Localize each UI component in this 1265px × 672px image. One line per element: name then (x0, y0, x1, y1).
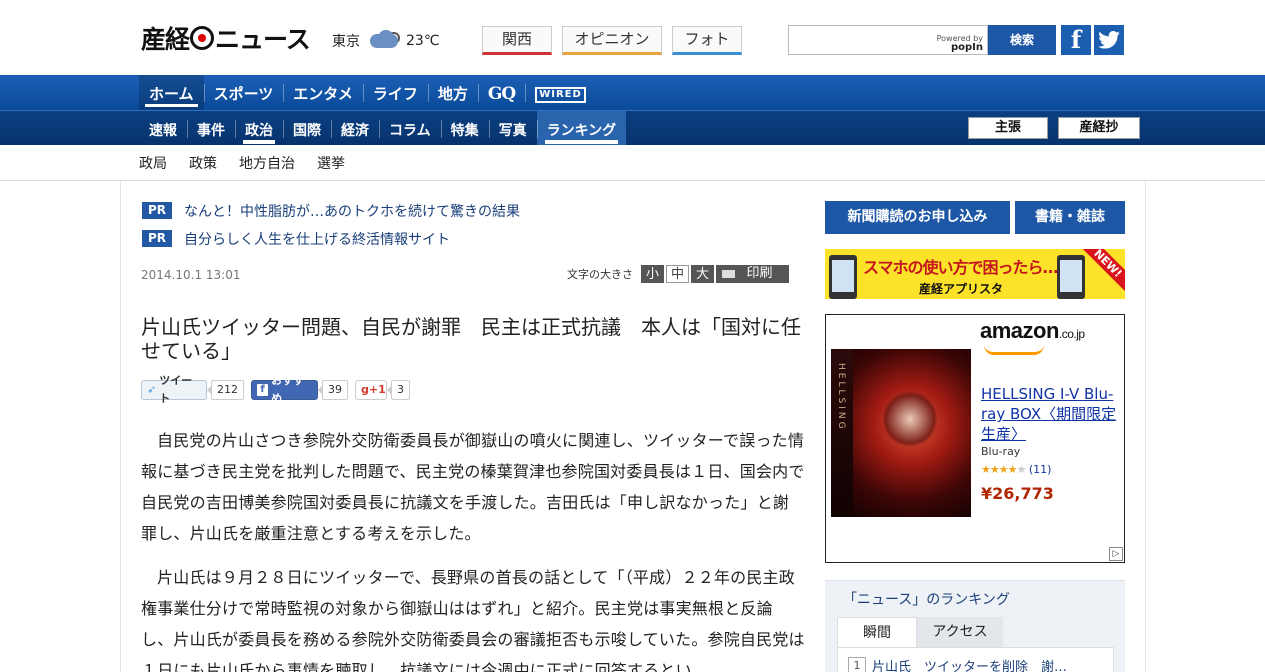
weather-widget[interactable]: 東京 23℃ (332, 30, 440, 52)
new-badge: NEW! (1080, 249, 1125, 291)
twitter-icon[interactable] (1094, 25, 1124, 55)
tweet-count: 212 (207, 380, 244, 400)
nav-local[interactable]: 地方 (427, 75, 478, 110)
subscribe-button[interactable]: 新聞購読のお申し込み (825, 201, 1010, 234)
font-size-label: 文字の大きさ (567, 268, 633, 281)
product-format: Blu-ray (981, 445, 1021, 458)
nav-column[interactable]: コラム (379, 111, 441, 146)
nav-entame[interactable]: エンタメ (283, 75, 363, 110)
nav-sports[interactable]: スポーツ (203, 75, 284, 110)
amazon-smile-icon (984, 345, 1044, 355)
article-paragraph: 自民党の片山さつき参院外交防衛委員長が御嶽山の噴火に関連し、ツイッターで誤った情… (141, 431, 805, 543)
article-date: 2014.10.1 13:01 (141, 268, 241, 282)
tab-instant[interactable]: 瞬間 (837, 617, 917, 647)
nav-world[interactable]: 国際 (283, 111, 331, 146)
adchoices-icon[interactable]: ▷ (1109, 547, 1123, 561)
pr-link[interactable]: PR なんと！中性脂肪が…あのトクホを続けて驚きの結果 (142, 201, 520, 220)
tab-kansai[interactable]: 関西 (482, 26, 552, 55)
tab-access[interactable]: アクセス (917, 617, 1003, 647)
rating-count[interactable]: (11) (1029, 463, 1052, 476)
nav-home[interactable]: ホーム (139, 75, 204, 110)
ranking-list: 1 片山氏 ツイッターを削除 謝… (837, 647, 1114, 672)
share-buttons: ➶ ツイート 212 f おすすめ 39 g+1 3 (141, 374, 417, 405)
logo-text-left: 産経 (141, 25, 190, 54)
sankeisho-button[interactable]: 産経抄 (1058, 117, 1140, 139)
subnav-seikyoku[interactable]: 政局 (139, 153, 167, 173)
pr-text[interactable]: 自分らしく人生を仕上げる終活情報サイト (184, 229, 450, 249)
rank-item-text[interactable]: 片山氏 ツイッターを削除 謝… (872, 656, 1067, 672)
ranking-title: 「ニュース」のランキング (843, 592, 1010, 608)
nav-breaking[interactable]: 速報 (139, 111, 187, 146)
app-banner[interactable]: スマホの使い方で困ったら… 産経アプリスタ NEW! (825, 249, 1125, 299)
pr-badge: PR (142, 230, 172, 247)
weather-temp: 23℃ (406, 33, 440, 49)
font-size-small-button[interactable]: 小 (641, 265, 664, 283)
logo-mark-icon (190, 26, 215, 50)
app-banner-sub: 産経アプリスタ (919, 282, 1004, 296)
cloudy-sun-icon (364, 30, 402, 52)
phone-icon (829, 255, 857, 299)
news-ranking: 「ニュース」のランキング 瞬間 アクセス 1 片山氏 ツイッターを削除 謝… (825, 580, 1125, 672)
amazon-logo: amazon.co.jp (980, 318, 1085, 343)
app-banner-headline: スマホの使い方で困ったら… (863, 258, 1059, 277)
search-button[interactable]: 検索 (988, 25, 1056, 55)
nav-gq[interactable]: GQ (477, 75, 525, 110)
subnav-senkyo[interactable]: 選挙 (317, 153, 345, 173)
weather-city: 東京 (332, 34, 360, 50)
nav-ranking[interactable]: ランキング (536, 111, 627, 146)
amazon-ad[interactable]: amazon.co.jp HELLSING HELLSING I-V Blu-r… (825, 314, 1125, 563)
product-rating: ★★★★★ (11) (981, 463, 1051, 476)
font-size-controls: 文字の大きさ 小 中 大 印刷 (567, 265, 789, 283)
rank-number: 1 (848, 656, 866, 672)
sub-nav: 政局 政策 地方自治 選挙 (0, 145, 1265, 181)
site-header: 産経 ニュース 東京 23℃ 関西 オピニオン フォト Powered by po… (0, 0, 1265, 75)
print-button[interactable]: 印刷 (716, 265, 789, 283)
star-rating-icon: ★★★★★ (981, 463, 1026, 476)
search-powered-by: Powered by popIn (936, 34, 983, 53)
facebook-recommend-button[interactable]: f おすすめ (251, 374, 318, 405)
nav-life[interactable]: ライフ (362, 75, 428, 110)
facebook-count: 39 (318, 380, 348, 400)
pr-text[interactable]: なんと！中性脂肪が…あのトクホを続けて驚きの結果 (184, 201, 520, 221)
list-item[interactable]: 1 片山氏 ツイッターを削除 謝… (848, 656, 1067, 672)
tab-photo[interactable]: フォト (672, 26, 742, 55)
product-price: ¥26,773 (981, 484, 1054, 503)
search-input[interactable]: Powered by popIn (788, 25, 988, 55)
subnav-seisaku[interactable]: 政策 (189, 153, 217, 173)
subnav-chihou-jichi[interactable]: 地方自治 (239, 153, 295, 173)
primary-nav: ホーム スポーツ エンタメ ライフ 地方 GQ WIRED (0, 75, 1265, 110)
pr-link[interactable]: PR 自分らしく人生を仕上げる終活情報サイト (142, 229, 450, 248)
facebook-icon[interactable]: f (1061, 25, 1091, 55)
google-plus-button[interactable]: g+1 (355, 380, 387, 400)
font-size-medium-button[interactable]: 中 (666, 265, 689, 283)
tweet-button[interactable]: ➶ ツイート (141, 374, 207, 405)
article-paragraph: 片山氏は９月２８日にツイッターで、長野県の首長の話として「（平成）２２年の民主政… (141, 568, 805, 672)
phone-icon (1057, 255, 1085, 299)
nav-economy[interactable]: 経済 (331, 111, 379, 146)
site-logo[interactable]: 産経 ニュース (141, 22, 311, 54)
ranking-tabs: 瞬間 アクセス (837, 617, 1003, 647)
editorial-button[interactable]: 主張 (968, 117, 1048, 139)
printer-icon (722, 270, 735, 278)
font-size-large-button[interactable]: 大 (691, 265, 714, 283)
tab-opinion[interactable]: オピニオン (562, 26, 662, 55)
books-magazines-button[interactable]: 書籍・雑誌 (1015, 201, 1125, 234)
nav-feature[interactable]: 特集 (440, 111, 489, 146)
pr-badge: PR (142, 202, 172, 219)
google-plus-count: 3 (387, 380, 410, 400)
nav-photo[interactable]: 写真 (488, 111, 537, 146)
nav-wired[interactable]: WIRED (525, 75, 596, 110)
nav-incident[interactable]: 事件 (187, 111, 235, 146)
nav-politics[interactable]: 政治 (235, 111, 283, 146)
product-image[interactable]: HELLSING (831, 349, 971, 517)
logo-text-right: ニュース (215, 25, 311, 54)
article-headline: 片山氏ツイッター問題、自民が謝罪 民主は正式抗議 本人は「国対に任せている」 (141, 315, 801, 363)
twitter-bird-icon: ➶ (147, 383, 157, 396)
facebook-icon: f (257, 384, 269, 396)
product-title-link[interactable]: HELLSING I-V Blu-ray BOX〈期間限定生産〉 (981, 384, 1121, 444)
